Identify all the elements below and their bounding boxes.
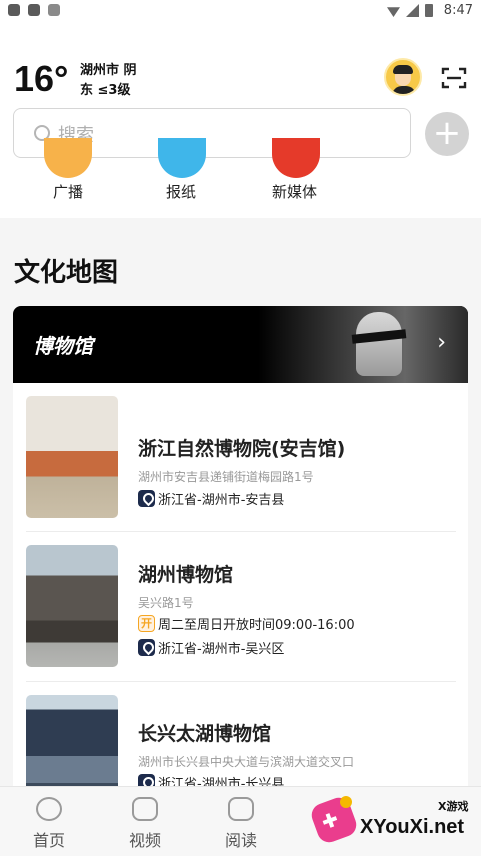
list-item[interactable]: 浙江自然博物院(安吉馆) 湖州市安吉县递铺街道梅园路1号 浙江省-湖州市-安吉县	[13, 396, 468, 546]
location-pin-icon	[138, 639, 155, 656]
category-newspaper[interactable]: 报纸	[166, 181, 196, 202]
avatar[interactable]	[384, 58, 422, 96]
video-icon	[132, 797, 158, 821]
a-icon	[48, 4, 60, 16]
tab-video[interactable]: 视频	[110, 787, 180, 856]
museum-address: 吴兴路1号	[138, 596, 194, 610]
watermark: X游戏 XYouXi.net	[308, 792, 478, 852]
banner-title: 博物馆	[33, 334, 93, 358]
weather-city: 湖州市 阴	[80, 63, 137, 78]
book-icon	[228, 797, 254, 821]
list-item[interactable]: 湖州博物馆 吴兴路1号 开 周二至周日开放时间09:00-16:00 浙江省-湖…	[13, 545, 468, 695]
museum-region: 浙江省-湖州市-吴兴区	[138, 638, 284, 657]
category-new-media[interactable]: 新媒体	[272, 181, 317, 202]
museum-address: 湖州市长兴县中央大道与滨湖大道交叉口	[138, 755, 355, 769]
list-item[interactable]: 长兴太湖博物馆 湖州市长兴县中央大道与滨湖大道交叉口 浙江省-湖州市-长兴县	[13, 695, 468, 786]
new-media-icon[interactable]	[272, 138, 320, 178]
museum-thumbnail	[26, 396, 118, 518]
status-bar: 8:47	[0, 0, 481, 22]
museum-banner[interactable]: 博物馆 ›	[13, 306, 468, 383]
wifi-icon	[387, 7, 400, 17]
location-pin-icon	[138, 490, 155, 507]
section-title: 文化地图	[14, 258, 119, 288]
tab-label: 首页	[32, 831, 65, 850]
app-icon	[28, 4, 40, 16]
battery-icon	[425, 4, 433, 17]
temperature: 16°	[14, 58, 69, 99]
watermark-text: XYouXi.net	[360, 816, 465, 838]
weather-wind: 东 ≤3级	[80, 83, 131, 98]
divider	[26, 531, 456, 532]
museum-region: 浙江省-湖州市-长兴县	[138, 773, 284, 786]
museum-name: 湖州博物馆	[138, 564, 234, 586]
tab-label: 阅读	[224, 831, 257, 850]
museum-name: 长兴太湖博物馆	[138, 723, 272, 745]
watermark-small: X游戏	[438, 800, 469, 813]
museum-thumbnail	[26, 545, 118, 667]
category-broadcast[interactable]: 广播	[53, 181, 83, 202]
chevron-right-icon[interactable]: ›	[437, 330, 446, 355]
add-button[interactable]: +	[425, 112, 469, 156]
museum-list: 浙江自然博物院(安吉馆) 湖州市安吉县递铺街道梅园路1号 浙江省-湖州市-安吉县…	[13, 383, 468, 786]
museum-name: 浙江自然博物院(安吉馆)	[138, 438, 346, 460]
museum-hours: 开 周二至周日开放时间09:00-16:00	[138, 614, 355, 633]
museum-thumbnail	[26, 695, 118, 786]
tab-home[interactable]: 首页	[14, 787, 84, 856]
tab-label: 视频	[128, 831, 161, 850]
statue-image	[356, 312, 402, 376]
app-icon	[8, 4, 20, 16]
home-icon	[36, 797, 62, 821]
location-pin-icon	[138, 774, 155, 786]
museum-address: 湖州市安吉县递铺街道梅园路1号	[138, 470, 314, 484]
museum-region: 浙江省-湖州市-安吉县	[138, 489, 284, 508]
signal-icon	[406, 4, 419, 17]
category-row: 广播 报纸 新媒体	[13, 138, 467, 218]
scan-icon[interactable]	[441, 66, 467, 90]
clock: 8:47	[443, 3, 473, 18]
newspaper-icon[interactable]	[158, 138, 206, 178]
broadcast-icon[interactable]	[44, 138, 92, 178]
tab-reading[interactable]: 阅读	[206, 787, 276, 856]
open-hours-icon: 开	[138, 615, 155, 632]
divider	[26, 681, 456, 682]
